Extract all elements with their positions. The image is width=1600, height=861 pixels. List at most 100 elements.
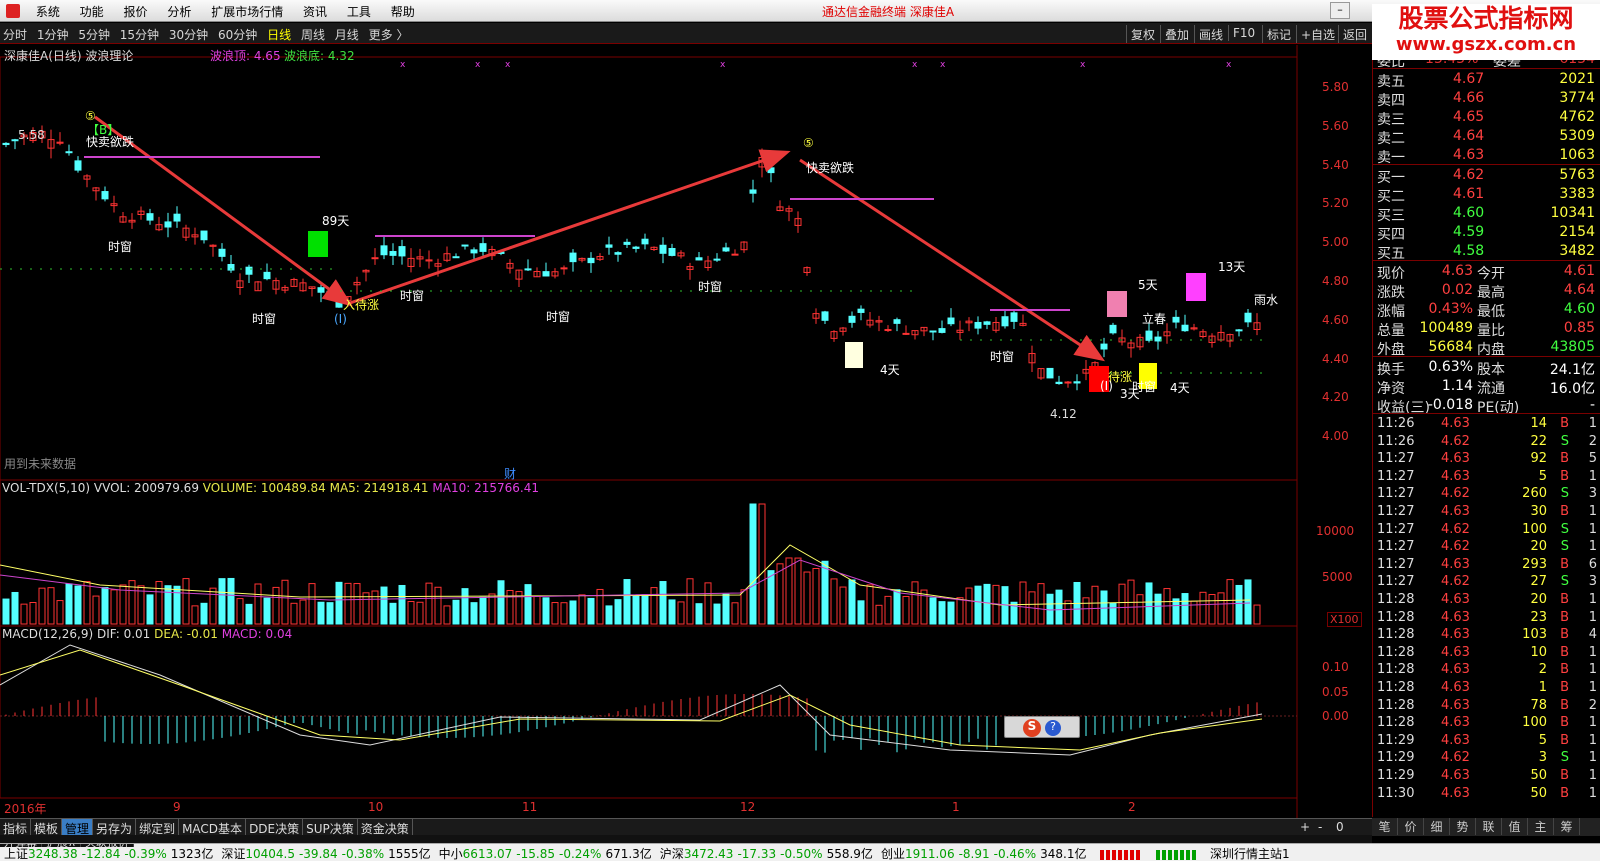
volume-bar [1172,598,1180,625]
period-tab-daily[interactable]: 日线 [264,23,294,43]
adjust-button[interactable]: 复权 [1126,25,1159,43]
volume-bar [29,602,37,625]
signal-time-window: 时窗 [546,310,571,324]
index-percent: -0.39% [124,847,167,861]
volume-bar [524,584,532,625]
tab-sup[interactable]: SUP决策 [303,819,358,836]
menu-item-help[interactable]: 帮助 [383,0,423,21]
sub-tab[interactable]: 开弹幕 [0,844,42,848]
index-value: 1911.06 [904,847,955,861]
menu-item-function[interactable]: 功能 [72,0,112,21]
period-tab-60min[interactable]: 60分钟 [215,23,260,43]
side-tab[interactable]: 值 [1502,818,1528,835]
candle-body [947,317,955,325]
up-down-meter [1100,849,1141,860]
volume-bar [470,602,478,625]
ask-price: 4.67 [1453,71,1485,87]
bid-volume: 10341 [1550,205,1595,221]
candle-body [470,249,478,254]
server-status[interactable]: 深圳行情主站1 [1206,844,1294,861]
ime-logo-icon[interactable]: S [1023,719,1041,737]
ask-row[interactable]: 卖四 4.66 3774 [1373,89,1600,109]
menu-item-news[interactable]: 资讯 [295,0,335,21]
tab-indicator[interactable]: 指标 [0,819,32,836]
index-item[interactable]: 沪深3472.43 -17.33 -0.50% 558.9亿 [656,844,877,861]
menu-item-ext-market[interactable]: 扩展市场行情 [203,0,291,21]
ask-row[interactable]: 卖五 4.67 2021 [1373,70,1600,90]
volume-bar [686,578,694,625]
tab-dde[interactable]: DDE决策 [246,819,304,836]
volume-ma10: MA10: 215766.41 [432,481,539,495]
tick-time: 11:28 [1377,627,1415,643]
sub-tab[interactable]: 扩展∧ [42,844,82,848]
period-tab-15min[interactable]: 15分钟 [117,23,162,43]
volume-bar [1226,579,1234,625]
period-tab-30min[interactable]: 30分钟 [166,23,211,43]
zoom-out-button[interactable]: - [1318,820,1322,834]
period-toolbar: 分时 1分钟 5分钟 15分钟 30分钟 60分钟 日线 周线 月线 更多 〉 … [0,23,1600,44]
menu-item-system[interactable]: 系统 [28,0,68,21]
tick-price: 4.63 [1441,662,1470,678]
side-tab[interactable]: 势 [1450,818,1476,835]
side-tab[interactable]: 价 [1398,818,1424,835]
zoom-in-button[interactable]: + [1300,820,1310,834]
tab-save-as[interactable]: 另存为 [93,819,137,836]
draw-line-button[interactable]: 画线 [1194,25,1227,43]
menu-item-analysis[interactable]: 分析 [159,0,199,21]
period-tab-timeshare[interactable]: 分时 [0,23,30,43]
tick-count: 2 [1588,433,1597,449]
mark-button[interactable]: 标记 [1262,25,1295,43]
finance-marker[interactable]: 财 [504,465,516,482]
tab-fund[interactable]: 资金决策 [358,819,413,836]
bid-row[interactable]: 买四 4.59 2154 [1373,223,1600,243]
bid-row[interactable]: 买五 4.58 3482 [1373,242,1600,262]
menu-item-quote[interactable]: 报价 [116,0,156,21]
tab-macd-basic[interactable]: MACD基本 [179,819,247,836]
tick-row: 11:26 4.63 14 B 1 [1373,415,1600,433]
sub-tab[interactable]: 关联报价 [81,844,135,848]
ask-row[interactable]: 卖一 4.63 1063 [1373,146,1600,166]
period-tab-weekly[interactable]: 周线 [298,23,328,43]
period-tab-5min[interactable]: 5分钟 [75,23,113,43]
volume-bar [632,595,640,625]
side-tab[interactable]: 筹 [1554,818,1580,835]
volume-bar [92,595,100,625]
stat-value: 56684 [1428,339,1473,355]
overlay-button[interactable]: 叠加 [1160,25,1193,43]
tick-count: 2 [1588,697,1597,713]
bid-row[interactable]: 买二 4.61 3383 [1373,185,1600,205]
period-tab-more[interactable]: 更多 〉 [366,23,412,43]
tab-template[interactable]: 模板 [31,819,63,836]
tick-volume: 20 [1530,592,1547,607]
ask-row[interactable]: 卖三 4.65 4762 [1373,108,1600,128]
volume-bar [506,589,514,625]
index-item[interactable]: 创业1911.06 -8.91 -0.46% 348.1亿 [877,844,1091,861]
ime-toolbar[interactable]: S ? [1004,716,1080,738]
side-tab[interactable]: 联 [1476,818,1502,835]
bid-row[interactable]: 买一 4.62 5763 [1373,166,1600,186]
index-item[interactable]: 中小6613.07 -15.85 -0.24% 671.3亿 [435,844,656,861]
back-button[interactable]: 返回 [1338,25,1371,43]
zoom-reset-button[interactable]: 0 [1336,820,1344,834]
stat-value: 0.43% [1428,301,1473,317]
ask-label: 卖二 [1377,131,1405,147]
chart-area[interactable]: xxxxxxxx [0,45,1372,818]
tab-bind-to[interactable]: 绑定到 [136,819,180,836]
tab-manage[interactable]: 管理 [62,819,94,836]
f10-button[interactable]: F10 [1228,25,1259,41]
period-tab-1min[interactable]: 1分钟 [34,23,72,43]
bid-row[interactable]: 买三 4.60 10341 [1373,204,1600,224]
minimize-icon[interactable]: – [1330,2,1350,19]
candle-body [848,315,856,323]
volume-bar [1118,583,1126,625]
index-item[interactable]: 深证10404.5 -39.84 -0.38% 1555亿 [217,844,434,861]
ask-row[interactable]: 卖二 4.64 5309 [1373,127,1600,147]
menu-item-tools[interactable]: 工具 [339,0,379,21]
side-tab[interactable]: 主 [1528,818,1554,835]
side-tab[interactable]: 细 [1424,818,1450,835]
tick-row: 11:27 4.62 260 S 3 [1373,485,1600,503]
period-tab-monthly[interactable]: 月线 [332,23,362,43]
help-icon[interactable]: ? [1045,720,1061,736]
side-tab[interactable]: 笔 [1372,818,1398,835]
add-favorite-button[interactable]: +自选 [1296,25,1339,43]
